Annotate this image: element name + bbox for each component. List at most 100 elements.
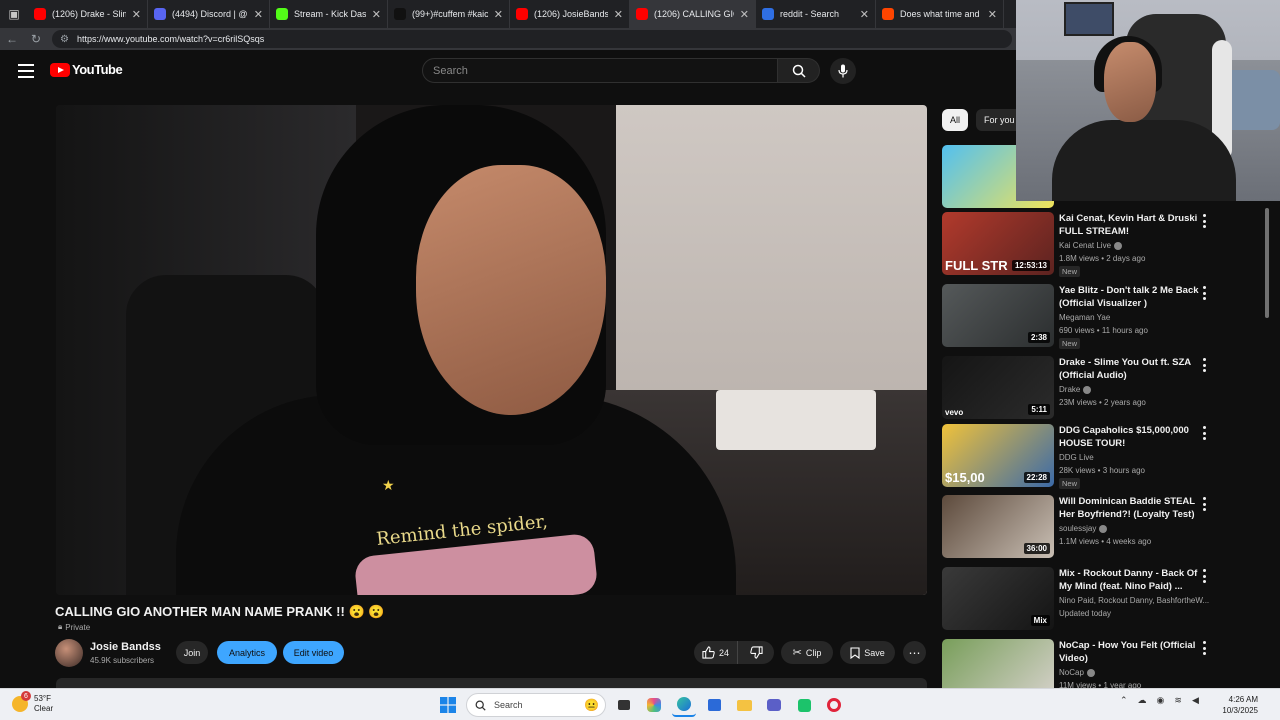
recommendation-item[interactable]: Mix Mix - Rockout Danny - Back Of My Mind… — [942, 567, 1217, 631]
more-options-icon[interactable] — [1200, 358, 1208, 372]
more-options-icon[interactable] — [1200, 497, 1208, 511]
windows-start-icon[interactable] — [436, 693, 460, 717]
tab-title: (1206) JosieBandss Plu — [534, 9, 608, 19]
browser-tab[interactable]: (1206) Drake - Slime Yo ✕ — [28, 0, 148, 28]
recommendation-title[interactable]: Yae Blitz - Don't talk 2 Me Back (Offici… — [1059, 284, 1199, 310]
reload-icon[interactable]: ↻ — [24, 28, 48, 50]
recommendation-channel[interactable]: Drake — [1059, 385, 1092, 394]
recommendation-channel[interactable]: Megaman Yae — [1059, 313, 1110, 322]
search-input[interactable] — [422, 58, 778, 83]
tab-close-icon[interactable]: ✕ — [860, 8, 869, 21]
site-info-icon[interactable]: ⚙ — [60, 34, 69, 45]
copilot-icon[interactable] — [642, 693, 666, 717]
join-button[interactable]: Join — [176, 641, 208, 664]
recommendation-channel[interactable]: Kai Cenat Live — [1059, 241, 1123, 250]
browser-tab[interactable]: reddit - Search ✕ — [756, 0, 876, 28]
recommendation-title[interactable]: Kai Cenat, Kevin Hart & Druski FULL STRE… — [1059, 212, 1199, 238]
star-icon: ★ — [382, 477, 395, 493]
dislike-button[interactable] — [738, 641, 774, 664]
browser-tab[interactable]: (1206) JosieBandss Plu ✕ — [510, 0, 630, 28]
recommendation-title[interactable]: NoCap - How You Felt (Official Video) — [1059, 639, 1199, 665]
recommendation-item[interactable]: vevo 5:11 Drake - Slime You Out ft. SZA (O… — [942, 356, 1217, 420]
more-options-icon[interactable] — [1200, 426, 1208, 440]
tab-close-icon[interactable]: ✕ — [254, 8, 263, 21]
tab-close-icon[interactable]: ✕ — [132, 8, 141, 21]
tab-actions-icon[interactable]: ▣ — [0, 0, 28, 28]
like-dislike-group: 24 — [694, 641, 774, 664]
tab-close-icon[interactable]: ✕ — [372, 8, 381, 21]
cloud-icon[interactable]: ☁ — [1138, 695, 1147, 706]
voice-search-button[interactable] — [830, 58, 856, 84]
recommendation-title[interactable]: DDG Capaholics $15,000,000 HOUSE TOUR! — [1059, 424, 1199, 450]
more-actions-icon[interactable]: ⋯ — [903, 641, 926, 664]
opera-icon[interactable] — [822, 693, 846, 717]
search-button[interactable] — [778, 58, 820, 83]
sidebar-scrollbar[interactable] — [1265, 208, 1269, 318]
recommendation-title[interactable]: Drake - Slime You Out ft. SZA (Official … — [1059, 356, 1199, 382]
kick-app-icon[interactable] — [792, 693, 816, 717]
analytics-button[interactable]: Analytics — [217, 641, 277, 664]
tab-title: Stream - Kick Dashboard — [294, 9, 366, 19]
wifi-icon[interactable]: ≋ — [1174, 695, 1182, 706]
recommendation-item[interactable]: 36:00 Will Dominican Baddie STEAL Her Boy… — [942, 495, 1217, 559]
like-button[interactable]: 24 — [694, 641, 738, 664]
recommendation-item[interactable]: $15,00 22:28 DDG Capaholics $15,000,000 HO… — [942, 424, 1217, 489]
description-box[interactable] — [56, 678, 927, 688]
recommendation-channel[interactable]: DDG Live — [1059, 453, 1094, 462]
volume-icon[interactable]: ◀ — [1192, 695, 1199, 706]
microphone-icon — [838, 64, 848, 78]
weather-text: 53°F Clear — [34, 694, 53, 714]
edit-video-button[interactable]: Edit video — [283, 641, 344, 664]
location-icon[interactable]: ◉ — [1157, 695, 1165, 706]
chip-all[interactable]: All — [942, 109, 969, 131]
video-thumbnail[interactable]: vevo 5:11 — [942, 356, 1054, 419]
video-thumbnail[interactable]: Mix — [942, 567, 1054, 630]
task-view-icon[interactable] — [612, 693, 636, 717]
tab-close-icon[interactable]: ✕ — [740, 8, 749, 21]
video-thumbnail[interactable]: 36:00 — [942, 495, 1054, 558]
browser-tab[interactable]: Does what time and da ✕ — [876, 0, 1004, 28]
menu-icon[interactable] — [18, 64, 34, 78]
browser-tab[interactable]: Stream - Kick Dashboard ✕ — [270, 0, 388, 28]
recommendation-channel[interactable]: NoCap — [1059, 668, 1095, 677]
browser-tab[interactable]: (1206) CALLING GIO A ✕ — [630, 0, 756, 28]
recommendation-item[interactable]: 2:38 Yae Blitz - Don't talk 2 Me Back (Of… — [942, 284, 1217, 349]
store-icon[interactable] — [702, 693, 726, 717]
tab-close-icon[interactable]: ✕ — [494, 8, 503, 21]
taskbar-clock[interactable]: 4:26 AM 10/3/2025 — [1220, 694, 1258, 716]
clip-button[interactable]: ✂ Clip — [781, 641, 833, 664]
recommendation-item[interactable]: FULL STR 12:53:13 Kai Cenat, Kevin Hart & … — [942, 212, 1217, 277]
back-icon[interactable]: ← — [0, 28, 24, 50]
scissors-icon: ✂ — [792, 647, 802, 659]
tab-title: (1206) CALLING GIO A — [654, 9, 734, 19]
tab-close-icon[interactable]: ✕ — [614, 8, 623, 21]
save-button[interactable]: Save — [840, 641, 895, 664]
recommendation-channel[interactable]: Nino Paid, Rockout Danny, BashfortheW... — [1059, 596, 1209, 605]
browser-tab[interactable]: (4494) Discord | @Rich ✕ — [148, 0, 270, 28]
tab-title: Does what time and da — [900, 9, 982, 19]
recommendation-title[interactable]: Mix - Rockout Danny - Back Of My Mind (f… — [1059, 567, 1199, 593]
video-thumbnail[interactable]: $15,00 22:28 — [942, 424, 1054, 487]
verified-icon — [1086, 668, 1095, 677]
taskbar-search[interactable]: Search 😐 — [466, 693, 606, 717]
more-options-icon[interactable] — [1200, 286, 1208, 300]
channel-avatar[interactable] — [55, 639, 83, 667]
channel-name[interactable]: Josie Bandss — [90, 641, 161, 653]
url-field[interactable]: ⚙ https://www.youtube.com/watch?v=cr6ril… — [52, 30, 1012, 48]
chevron-up-icon[interactable]: ⌃ — [1120, 695, 1128, 706]
weather-widget[interactable]: 6 53°F Clear — [12, 691, 53, 714]
recommendation-title[interactable]: Will Dominican Baddie STEAL Her Boyfrien… — [1059, 495, 1199, 521]
teams-icon[interactable] — [762, 693, 786, 717]
video-thumbnail[interactable]: FULL STR 12:53:13 — [942, 212, 1054, 275]
file-explorer-icon[interactable] — [732, 693, 756, 717]
video-thumbnail[interactable]: 2:38 — [942, 284, 1054, 347]
browser-tab[interactable]: (99+)#cuffem #kaicen ✕ — [388, 0, 510, 28]
tab-close-icon[interactable]: ✕ — [988, 8, 997, 21]
more-options-icon[interactable] — [1200, 569, 1208, 583]
more-options-icon[interactable] — [1200, 641, 1208, 655]
recommendation-channel[interactable]: soulessjay — [1059, 524, 1108, 533]
youtube-logo[interactable]: YouTube — [50, 62, 123, 77]
video-player[interactable]: Remind the spider, ★ — [56, 105, 927, 595]
edge-icon[interactable] — [672, 693, 696, 717]
more-options-icon[interactable] — [1200, 214, 1208, 228]
